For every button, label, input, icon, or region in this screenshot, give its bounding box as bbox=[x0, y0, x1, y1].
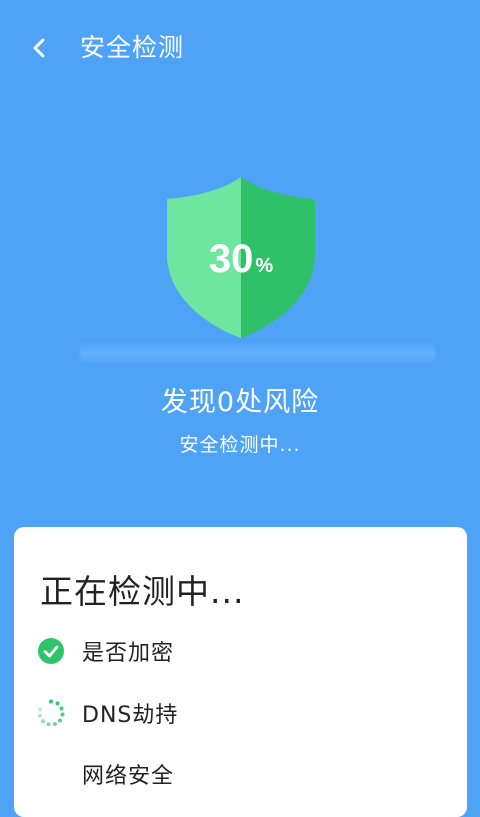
check-panel: 正在检测中... 是否加密 DNS劫持 网络安全 bbox=[14, 527, 467, 817]
check-item-dns: DNS劫持 bbox=[36, 697, 456, 729]
check-item-label: 是否加密 bbox=[82, 641, 175, 666]
risk-summary: 发现0处风险 bbox=[160, 387, 320, 418]
check-item-label: DNS劫持 bbox=[82, 703, 179, 728]
scan-status: 安全检测中... bbox=[179, 434, 301, 456]
progress-percent: 30% bbox=[165, 237, 317, 282]
panel-title: 正在检测中... bbox=[40, 572, 245, 611]
scan-line bbox=[80, 342, 435, 364]
check-item-encryption: 是否加密 bbox=[36, 635, 456, 667]
check-item-network: 网络安全 bbox=[36, 758, 456, 790]
chevron-left-icon bbox=[33, 38, 45, 58]
check-circle-icon bbox=[38, 638, 64, 664]
shield-progress: 30% bbox=[165, 175, 317, 340]
check-item-label: 网络安全 bbox=[82, 764, 175, 789]
progress-unit: % bbox=[255, 255, 274, 277]
page-title: 安全检测 bbox=[80, 33, 185, 62]
loading-spinner-icon bbox=[37, 699, 65, 727]
back-button[interactable] bbox=[24, 30, 54, 66]
progress-number: 30 bbox=[208, 237, 254, 281]
top-bar: 安全检测 bbox=[0, 0, 480, 96]
